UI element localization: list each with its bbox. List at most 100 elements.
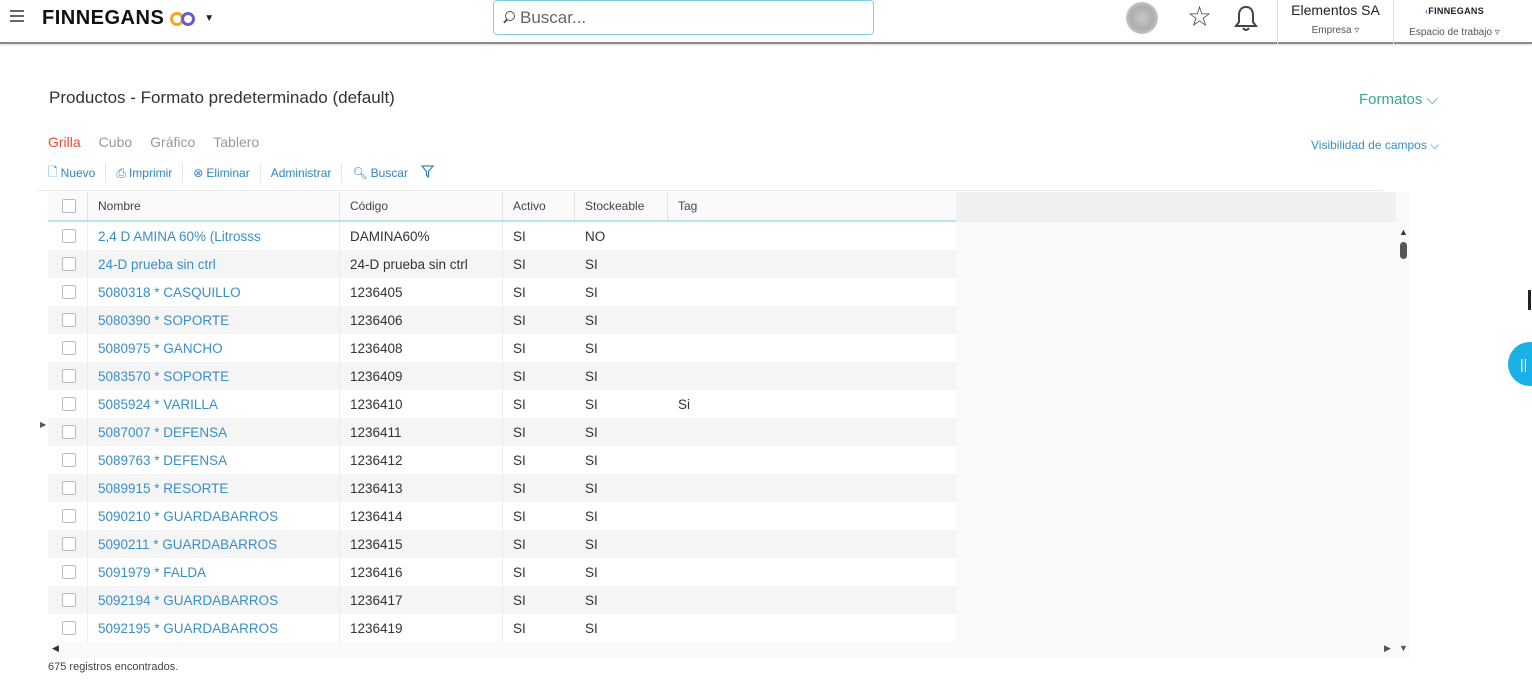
table-row[interactable]: 24-D prueba sin ctrl 24-D prueba sin ctrl… bbox=[48, 250, 956, 278]
cell-tag bbox=[668, 334, 956, 362]
cell-nombre[interactable]: 5091979 * FALDA bbox=[88, 558, 340, 586]
row-checkbox[interactable] bbox=[62, 229, 76, 243]
row-checkbox[interactable] bbox=[62, 341, 76, 355]
formatos-dropdown[interactable]: Formatos ⌵ bbox=[1359, 91, 1438, 108]
column-header-codigo[interactable]: Código bbox=[340, 192, 503, 220]
filter-icon[interactable] bbox=[420, 165, 435, 181]
cell-stockeable: SI bbox=[585, 312, 598, 328]
cell-codigo: 1236416 bbox=[340, 558, 503, 586]
row-checkbox[interactable] bbox=[62, 257, 76, 271]
workspace-logo: ‹FINNEGANS bbox=[1394, 6, 1515, 16]
side-panel-toggle-button[interactable]: || bbox=[1508, 342, 1532, 386]
field-visibility-dropdown[interactable]: Visibilidad de campos ⌵ bbox=[1311, 138, 1439, 153]
brand-selector[interactable]: FINNEGANS ▼ bbox=[42, 7, 215, 30]
print-button[interactable]: ⎙ Imprimir bbox=[116, 163, 184, 183]
table-row[interactable]: 5090211 * GUARDABARROS 1236415 SI SI bbox=[48, 530, 956, 558]
vertical-scrollbar[interactable]: ▲ bbox=[1396, 222, 1410, 658]
scroll-down-icon[interactable]: ▼ bbox=[1399, 643, 1408, 653]
cell-nombre[interactable]: 5092194 * GUARDABARROS bbox=[88, 586, 340, 614]
workspace-selector[interactable]: ‹FINNEGANS Espacio de trabajo ▿ bbox=[1393, 0, 1515, 44]
products-grid: Nombre Código Activo Stockeable Tag 2,4 … bbox=[48, 192, 1411, 658]
row-checkbox[interactable] bbox=[62, 313, 76, 327]
table-row[interactable]: 5089915 * RESORTE 1236413 SI SI bbox=[48, 474, 956, 502]
cell-nombre[interactable]: 5089763 * DEFENSA bbox=[88, 446, 340, 474]
scroll-up-icon[interactable]: ▲ bbox=[1399, 227, 1408, 237]
brand-logo-icon bbox=[170, 11, 196, 26]
table-row[interactable]: 5090210 * GUARDABARROS 1236414 SI SI bbox=[48, 502, 956, 530]
row-checkbox-cell bbox=[48, 474, 88, 502]
column-header-tag[interactable]: Tag bbox=[668, 192, 956, 220]
table-row[interactable]: 5080390 * SOPORTE 1236406 SI SI bbox=[48, 306, 956, 334]
cell-codigo: DAMINA60% bbox=[340, 222, 503, 250]
delete-button[interactable]: ⊗ Eliminar bbox=[193, 163, 261, 183]
tab-grafico[interactable]: Gráfico bbox=[150, 134, 195, 150]
cell-nombre[interactable]: 2,4 D AMINA 60% (Litrosss bbox=[88, 222, 340, 250]
cell-nombre[interactable]: 24-D prueba sin ctrl bbox=[88, 250, 340, 278]
cell-activo: SI bbox=[513, 452, 526, 468]
table-row[interactable]: 5080975 * GANCHO 1236408 SI SI bbox=[48, 334, 956, 362]
row-checkbox[interactable] bbox=[62, 621, 76, 635]
table-row[interactable]: 2,4 D AMINA 60% (Litrosss DAMINA60% SI NO bbox=[48, 222, 956, 250]
row-checkbox[interactable] bbox=[62, 481, 76, 495]
favorites-star-icon[interactable]: ☆ bbox=[1187, 2, 1212, 32]
cell-nombre[interactable]: 5089915 * RESORTE bbox=[88, 474, 340, 502]
delete-button-label: Eliminar bbox=[206, 166, 250, 180]
table-row[interactable]: 5080318 * CASQUILLO 1236405 SI SI bbox=[48, 278, 956, 306]
menu-icon[interactable] bbox=[10, 10, 24, 22]
company-name: Elementos SA bbox=[1291, 2, 1380, 18]
row-checkbox[interactable] bbox=[62, 565, 76, 579]
select-all-checkbox[interactable] bbox=[62, 199, 76, 213]
company-selector[interactable]: Elementos SA Empresa ▿ bbox=[1277, 0, 1393, 44]
row-checkbox[interactable] bbox=[62, 285, 76, 299]
grid-toolbar: 🗋 Nuevo ⎙ Imprimir ⊗ Eliminar Administra… bbox=[48, 158, 454, 188]
grid-header-bg: Nombre Código Activo Stockeable Tag bbox=[48, 192, 1396, 222]
row-checkbox[interactable] bbox=[62, 369, 76, 383]
cell-nombre[interactable]: 5090211 * GUARDABARROS bbox=[88, 530, 340, 558]
column-header-nombre[interactable]: Nombre bbox=[88, 192, 340, 220]
table-row[interactable]: 5087007 * DEFENSA 1236411 SI SI bbox=[48, 418, 956, 446]
notifications-bell-icon[interactable] bbox=[1234, 4, 1258, 32]
cell-nombre[interactable]: 5085924 * VARILLA bbox=[88, 390, 340, 418]
row-checkbox[interactable] bbox=[62, 397, 76, 411]
cell-nombre[interactable]: 5080975 * GANCHO bbox=[88, 334, 340, 362]
cell-nombre[interactable]: 5080390 * SOPORTE bbox=[88, 306, 340, 334]
table-row[interactable]: 5089763 * DEFENSA 1236412 SI SI bbox=[48, 446, 956, 474]
scroll-right-icon[interactable]: ▶ bbox=[1384, 643, 1391, 654]
row-checkbox[interactable] bbox=[62, 453, 76, 467]
row-checkbox[interactable] bbox=[62, 593, 76, 607]
assistant-icon[interactable] bbox=[1126, 2, 1158, 34]
column-header-activo[interactable]: Activo bbox=[503, 192, 575, 220]
search-button[interactable]: 🔍︎ Buscar bbox=[352, 163, 444, 183]
cell-codigo: 1236409 bbox=[340, 362, 503, 390]
search-input[interactable] bbox=[520, 7, 850, 28]
cell-tag bbox=[668, 446, 956, 474]
scroll-left-icon[interactable]: ◀ bbox=[52, 643, 59, 654]
table-row[interactable]: 5083570 * SOPORTE 1236409 SI SI bbox=[48, 362, 956, 390]
row-checkbox[interactable] bbox=[62, 537, 76, 551]
row-checkbox[interactable] bbox=[62, 425, 76, 439]
cell-nombre[interactable]: 5092195 * GUARDABARROS bbox=[88, 614, 340, 642]
cell-nombre[interactable]: 5080318 * CASQUILLO bbox=[88, 278, 340, 306]
scroll-thumb[interactable] bbox=[1400, 242, 1407, 259]
manage-button[interactable]: Administrar bbox=[271, 163, 343, 183]
row-checkbox[interactable] bbox=[62, 509, 76, 523]
delete-circle-icon: ⊗ bbox=[193, 166, 204, 180]
tab-grilla[interactable]: Grilla bbox=[48, 134, 81, 150]
tab-tablero[interactable]: Tablero bbox=[213, 134, 259, 150]
table-row[interactable]: 5091979 * FALDA 1236416 SI SI bbox=[48, 558, 956, 586]
cell-nombre[interactable]: 5083570 * SOPORTE bbox=[88, 362, 340, 390]
table-row[interactable]: 5092194 * GUARDABARROS 1236417 SI SI bbox=[48, 586, 956, 614]
cell-stockeable: SI bbox=[585, 508, 598, 524]
toolbar-divider bbox=[38, 190, 1383, 191]
tab-cubo[interactable]: Cubo bbox=[99, 134, 132, 150]
table-row[interactable]: 5085924 * VARILLA 1236410 SI SI Si bbox=[48, 390, 956, 418]
search-icon bbox=[502, 10, 516, 25]
cell-nombre[interactable]: 5087007 * DEFENSA bbox=[88, 418, 340, 446]
side-expand-icon[interactable]: ▶ bbox=[40, 420, 46, 429]
cell-codigo: 1236417 bbox=[340, 586, 503, 614]
cell-codigo: 1236414 bbox=[340, 502, 503, 530]
table-row[interactable]: 5092195 * GUARDABARROS 1236419 SI SI bbox=[48, 614, 956, 642]
new-button[interactable]: 🗋 Nuevo bbox=[48, 163, 107, 183]
cell-nombre[interactable]: 5090210 * GUARDABARROS bbox=[88, 502, 340, 530]
column-header-stockeable[interactable]: Stockeable bbox=[575, 192, 668, 220]
